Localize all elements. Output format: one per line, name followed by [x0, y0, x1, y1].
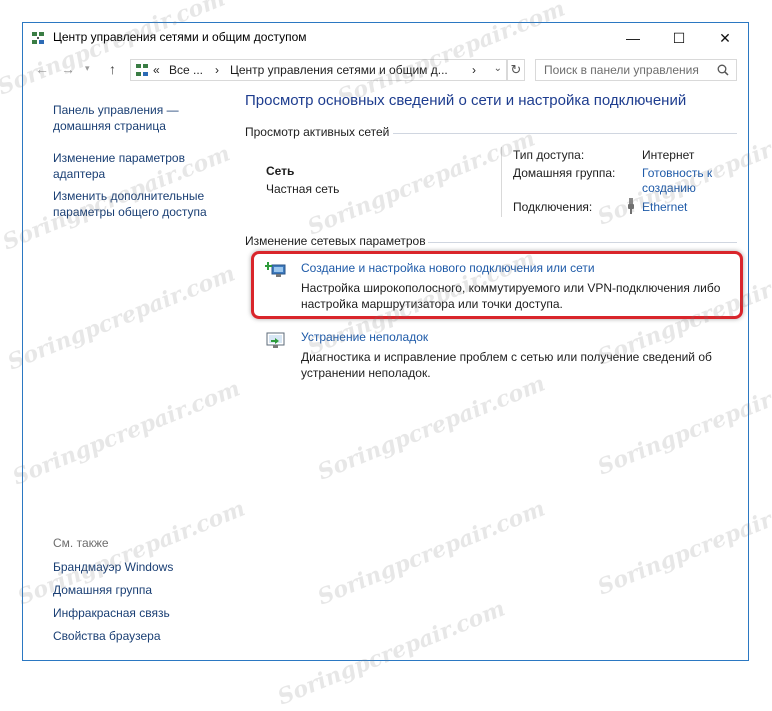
- see-also-title: См. также: [53, 536, 109, 550]
- section-divider: [428, 242, 737, 243]
- breadcrumb-network-center[interactable]: Центр управления сетями и общим д...: [230, 63, 448, 77]
- description-line: Диагностика и исправление проблем с сеть…: [301, 350, 712, 364]
- sidebar-item-label: Панель управления —: [53, 103, 179, 117]
- see-also-infrared[interactable]: Инфракрасная связь: [53, 605, 170, 621]
- highlight-frame: [251, 251, 743, 319]
- sidebar-item-label: Изменение параметров: [53, 151, 185, 165]
- control-panel-window: Центр управления сетями и общим доступом…: [22, 22, 749, 661]
- access-type-label: Тип доступа:: [513, 148, 585, 162]
- troubleshoot-description: Диагностика и исправление проблем с сеть…: [301, 349, 741, 381]
- sidebar-item-sharing-settings[interactable]: Изменить дополнительные параметры общего…: [53, 188, 207, 220]
- ethernet-icon: [628, 198, 634, 214]
- section-divider: [393, 133, 737, 134]
- breadcrumb-all[interactable]: Все ...: [169, 63, 203, 77]
- homegroup-label: Домашняя группа:: [513, 166, 616, 180]
- homegroup-link[interactable]: Готовность к созданию: [642, 166, 712, 196]
- ethernet-link[interactable]: Ethernet: [642, 200, 687, 214]
- breadcrumb-separator[interactable]: ›: [472, 63, 476, 77]
- sidebar-item-label: Изменить дополнительные: [53, 189, 205, 203]
- back-arrow-icon[interactable]: ←: [35, 61, 49, 77]
- up-arrow-icon[interactable]: ↑: [109, 61, 116, 77]
- network-type: Частная сеть: [266, 182, 340, 196]
- homegroup-link-line: Готовность к: [642, 166, 713, 180]
- page-title: Просмотр основных сведений о сети и наст…: [245, 92, 687, 109]
- sidebar-item-adapter-settings[interactable]: Изменение параметров адаптера: [53, 150, 185, 182]
- sidebar-item-label: домашняя страница: [53, 119, 166, 133]
- sidebar-item-label: параметры общего доступа: [53, 205, 207, 219]
- see-also-browser-properties[interactable]: Свойства браузера: [53, 628, 161, 644]
- connections-label: Подключения:: [513, 200, 593, 214]
- title-bar: Центр управления сетями и общим доступом…: [23, 23, 748, 53]
- network-name: Сеть: [266, 164, 295, 178]
- vertical-divider: [501, 147, 502, 217]
- sidebar-item-home[interactable]: Панель управления — домашняя страница: [53, 102, 179, 134]
- refresh-button[interactable]: ↻: [507, 59, 525, 81]
- minimize-button[interactable]: —: [610, 23, 656, 53]
- window-title: Центр управления сетями и общим доступом: [53, 30, 307, 44]
- access-type-value: Интернет: [642, 148, 695, 162]
- search-input[interactable]: [535, 59, 737, 81]
- search-icon[interactable]: [717, 64, 729, 76]
- sidebar-item-label: адаптера: [53, 167, 106, 181]
- network-center-icon: [136, 64, 148, 76]
- homegroup-link-line: созданию: [642, 181, 696, 195]
- address-dropdown-icon[interactable]: ⌄: [494, 63, 502, 74]
- network-center-icon: [32, 32, 44, 44]
- recent-locations-icon[interactable]: ▾: [85, 63, 90, 74]
- troubleshoot-link[interactable]: Устранение неполадок: [301, 330, 428, 344]
- see-also-homegroup[interactable]: Домашняя группа: [53, 582, 152, 598]
- active-networks-heading: Просмотр активных сетей: [245, 125, 390, 139]
- maximize-button[interactable]: ☐: [656, 23, 702, 53]
- see-also-firewall[interactable]: Брандмауэр Windows: [53, 559, 173, 575]
- navigation-bar: ← → ▾ ↑ « Все ... › Центр управления сет…: [23, 55, 748, 85]
- description-line: устранении неполадок.: [301, 366, 431, 380]
- close-button[interactable]: ✕: [702, 23, 748, 53]
- address-overflow[interactable]: «: [153, 63, 160, 77]
- breadcrumb-separator[interactable]: ›: [215, 63, 219, 77]
- troubleshoot-icon: [266, 332, 285, 348]
- forward-arrow-icon[interactable]: →: [61, 61, 75, 77]
- address-bar[interactable]: « Все ... › Центр управления сетями и об…: [130, 59, 507, 81]
- change-settings-heading: Изменение сетевых параметров: [245, 234, 426, 248]
